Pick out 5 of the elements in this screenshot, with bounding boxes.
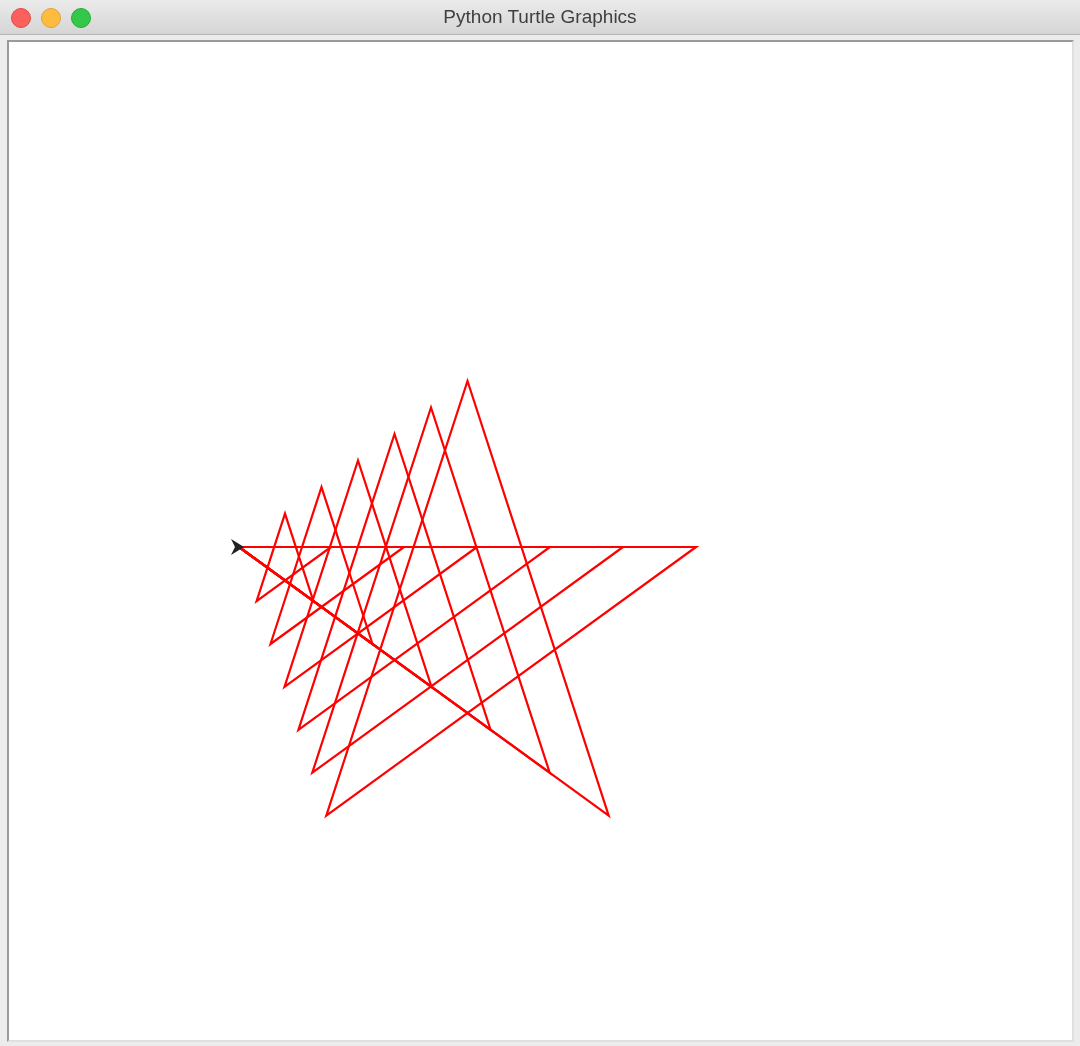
- close-button[interactable]: [11, 8, 31, 28]
- window-title: Python Turtle Graphics: [443, 6, 637, 28]
- minimize-button[interactable]: [41, 8, 61, 28]
- turtle-arrow-icon: [231, 539, 244, 555]
- maximize-button[interactable]: [71, 8, 91, 28]
